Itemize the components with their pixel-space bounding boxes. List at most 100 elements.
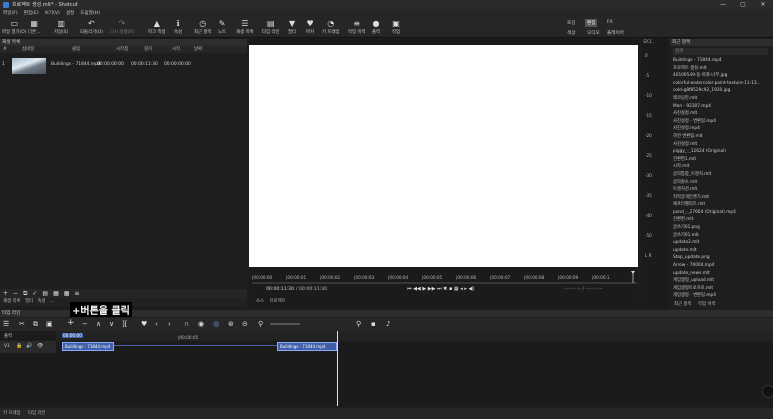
- floating-action-button[interactable]: [762, 385, 773, 398]
- minimize-button[interactable]: —: [713, 0, 733, 9]
- zoom-fit-icon[interactable]: ⚲: [356, 320, 361, 328]
- ripple-icon[interactable]: ◎: [213, 320, 219, 328]
- list-item[interactable]: update2.mlt: [673, 239, 765, 247]
- tab-jobs[interactable]: 작업 이력: [698, 302, 716, 307]
- timeline-clip[interactable]: Buildings - 71844.mp4: [62, 342, 114, 351]
- jobs2-button[interactable]: ▣ 작업: [392, 19, 400, 35]
- mic-icon[interactable]: ♪: [386, 320, 390, 328]
- tab-recent[interactable]: 최근 항목: [674, 302, 692, 307]
- list-item[interactable]: 게임생정트로프로.mlt: [673, 285, 765, 293]
- list-item[interactable]: 시작.mlt: [673, 163, 765, 171]
- prev-marker-icon[interactable]: ‹: [155, 320, 158, 328]
- list-item[interactable]: piggy_-_12624 (Original): [673, 148, 765, 156]
- mute-icon[interactable]: 🔊: [26, 343, 32, 349]
- timeline-area[interactable]: 출력 00:00:00 |00:00:05 V1 🔒 🔊 👁 Buildings…: [0, 331, 773, 406]
- notes-button[interactable]: ✎ 노트: [218, 19, 226, 35]
- col-clip[interactable]: 클립: [72, 46, 80, 53]
- properties-button[interactable]: ℹ 속성: [174, 19, 182, 35]
- list-item[interactable]: Buildings - 71844.mp4: [673, 57, 765, 65]
- overwrite-icon[interactable]: ∨: [109, 320, 114, 328]
- menu-file[interactable]: 파일(F): [3, 10, 18, 16]
- paste-icon[interactable]: ▣: [46, 320, 53, 328]
- playlist-list[interactable]: 1 Buildings - 71844.mp4 00:00:00:00 00:0…: [0, 53, 247, 289]
- export-button[interactable]: ● 출력: [372, 19, 380, 35]
- lift-icon[interactable]: ∧: [96, 320, 101, 328]
- list-item[interactable]: colorful-watercolor-paint-texture-11-13.…: [673, 80, 765, 88]
- split-icon[interactable]: ][: [122, 320, 127, 328]
- list-item[interactable]: 40109549-동-북화-나무.jpg: [673, 72, 765, 80]
- maximize-button[interactable]: ▢: [733, 0, 753, 9]
- layout-bottom-0[interactable]: 색상: [565, 29, 577, 37]
- keyframes-button[interactable]: ◔ 키 프레임: [322, 19, 340, 35]
- list-item[interactable]: 글쓰기01.png: [673, 224, 765, 232]
- record-icon[interactable]: ▪: [371, 320, 376, 328]
- col-index[interactable]: #: [3, 46, 7, 53]
- ripple-all-icon[interactable]: ⊛: [228, 320, 234, 328]
- layout-bottom-2[interactable]: 플레이어: [605, 29, 626, 37]
- playlist-view-tiles-button[interactable]: ▦: [53, 290, 59, 297]
- list-item[interactable]: 레코딩만.mlt: [673, 95, 765, 103]
- undo-button[interactable]: ↶ 되돌리기(U): [80, 19, 103, 35]
- list-item[interactable]: Stop_update.png: [673, 254, 765, 262]
- menu-settings[interactable]: 설정: [66, 10, 74, 16]
- list-item[interactable]: 전환편.mlt: [673, 216, 765, 224]
- list-item[interactable]: Man - 92307.mp4: [673, 103, 765, 111]
- col-duration[interactable]: 길이: [144, 46, 152, 53]
- menu-help[interactable]: 도움말(H): [80, 10, 100, 16]
- playlist-copy-button[interactable]: ⧉: [23, 290, 27, 298]
- menu-edit[interactable]: 편집(E): [24, 10, 39, 16]
- playlist-menu-button[interactable]: ≡: [74, 290, 79, 297]
- markers-button[interactable]: ♥ 마커: [306, 19, 314, 35]
- col-start[interactable]: 시작: [172, 46, 180, 53]
- playlist-button[interactable]: ☰ 재생 목록: [236, 19, 254, 35]
- recent-list[interactable]: Buildings - 71844.mp4 프로젝트 생성.mlt 40109549…: [673, 57, 765, 300]
- list-item[interactable]: update_news.mlt: [673, 270, 765, 278]
- snap-icon[interactable]: ∩: [184, 320, 189, 328]
- layout-top-1[interactable]: 편집: [585, 19, 598, 27]
- zoom-slider[interactable]: [270, 323, 300, 325]
- list-item[interactable]: cold-g8f8529c92_1920.jpg: [673, 87, 765, 95]
- tab-timeline[interactable]: 타임 라인: [28, 411, 46, 416]
- list-item[interactable]: pond_-_27664 (Original).mp4: [673, 209, 765, 217]
- list-item[interactable]: 게임생정 - 변환됨.mp4: [673, 292, 765, 300]
- list-item[interactable]: 트랜지션.mlt: [673, 186, 765, 194]
- tab-keyframes[interactable]: 키 프레임: [3, 411, 21, 416]
- tab-more[interactable]: ...: [50, 299, 54, 304]
- list-item[interactable]: 글자통합_트랜지.mlt: [673, 171, 765, 179]
- list-item[interactable]: update.mlt: [673, 247, 765, 255]
- list-item[interactable]: 하얀 변환됨.mlt: [673, 133, 765, 141]
- list-item[interactable]: 애프터펠리트.mlt: [673, 201, 765, 209]
- redo-button[interactable]: ↷ 다시 실행(R): [110, 19, 134, 35]
- timeline-playhead[interactable]: [337, 331, 338, 406]
- layout-bottom-1[interactable]: 오디오: [585, 29, 602, 37]
- list-item[interactable]: 사진설정.mp4: [673, 125, 765, 133]
- peak-meter-button[interactable]: ▲ 피크 측정: [148, 19, 166, 35]
- close-button[interactable]: ✕: [753, 0, 773, 9]
- playlist-view-details-button[interactable]: ▤: [42, 290, 48, 297]
- list-item[interactable]: 사진설정 - 변환됨.mp4: [673, 118, 765, 126]
- col-in[interactable]: 시작점: [116, 46, 128, 53]
- copy-icon[interactable]: ⧉: [33, 320, 38, 329]
- open-file-button[interactable]: ▭ 파일 열기(O): [2, 19, 26, 35]
- playlist-update-button[interactable]: ✓: [32, 290, 37, 297]
- playlist-add-button[interactable]: +: [3, 290, 8, 297]
- hide-icon[interactable]: 👁: [37, 343, 43, 349]
- filters-button[interactable]: ▼ 필터: [288, 19, 296, 35]
- menu-view[interactable]: 보기(V): [45, 10, 60, 16]
- tab-project[interactable]: 프로젝트: [270, 299, 286, 304]
- open-other-button[interactable]: ▦ 다른...: [28, 19, 40, 35]
- marker-icon[interactable]: ♥: [141, 320, 147, 328]
- table-row[interactable]: 1 Buildings - 71844.mp4 00:00:00:00 00:0…: [0, 56, 247, 76]
- layout-top-2[interactable]: FX: [605, 19, 615, 26]
- recent-search-input[interactable]: 검색: [673, 48, 768, 55]
- ripple-markers-icon[interactable]: ⊝: [242, 320, 248, 328]
- layout-top-0[interactable]: 로깅: [565, 19, 577, 27]
- list-item[interactable]: 사진설정.mlt: [673, 110, 765, 118]
- list-item[interactable]: 글쓰기01.mlt: [673, 232, 765, 240]
- tab-filters[interactable]: 필터: [25, 299, 33, 304]
- transport-controls[interactable]: ⏮ ◀◀ ▶ ▶▶ ⏭ ✖ ▪ ▦ ◂ ▸ ◀): [407, 286, 474, 292]
- playlist-remove-button[interactable]: −: [13, 290, 18, 297]
- col-thumbnail[interactable]: 섬네일: [22, 46, 34, 53]
- recent-button[interactable]: ◷ 최근 항목: [194, 19, 212, 35]
- list-item[interactable]: 직막글개인맨기.mlt: [673, 194, 765, 202]
